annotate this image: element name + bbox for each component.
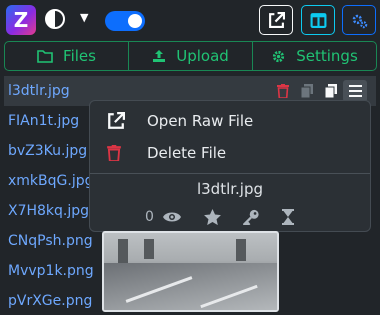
clipboard-icon <box>325 84 337 98</box>
trash-icon <box>107 145 121 161</box>
preview-detail <box>236 239 246 261</box>
tab-upload[interactable]: Upload <box>129 42 253 70</box>
tab-upload-label: Upload <box>176 47 229 65</box>
top-bar: Z ▼ <box>0 0 380 40</box>
delete-file-button[interactable] <box>271 80 295 102</box>
nav-tabs: Files Upload Settings <box>4 41 377 71</box>
menu-file-name: l3dtlr.jpg <box>196 180 264 198</box>
tab-settings-label: Settings <box>296 47 358 65</box>
theme-icon[interactable] <box>45 9 65 29</box>
tab-files-label: Files <box>63 47 96 65</box>
eye-icon <box>162 210 182 224</box>
row-actions <box>271 80 367 102</box>
copy-link-button[interactable] <box>319 80 343 102</box>
logo-letter: Z <box>13 8 29 32</box>
upload-icon <box>153 50 166 62</box>
columns-icon <box>310 13 327 28</box>
gears-icon <box>352 14 368 29</box>
gear-icon <box>273 50 285 62</box>
file-name[interactable]: xmkBqG.jpg <box>8 173 93 189</box>
key-icon[interactable] <box>242 209 260 225</box>
preview-detail <box>144 239 154 259</box>
tab-files[interactable]: Files <box>5 42 129 70</box>
folder-icon <box>37 49 53 63</box>
menu-item-delete[interactable]: Delete File <box>90 138 370 168</box>
copy-file-button[interactable] <box>295 80 319 102</box>
file-stats: 0 <box>145 207 316 227</box>
menu-item-delete-label: Delete File <box>147 144 227 162</box>
star-icon[interactable] <box>204 209 221 225</box>
file-name[interactable]: pVrXGe.png <box>8 293 92 309</box>
copy-icon <box>301 84 313 98</box>
external-link-icon <box>269 12 285 28</box>
settings-button[interactable] <box>342 5 376 35</box>
menu-item-open-raw-label: Open Raw File <box>147 112 254 130</box>
file-name[interactable]: bvZ3Ku.jpg <box>8 143 87 159</box>
trash-icon <box>277 84 289 98</box>
file-name[interactable]: l3dtlr.jpg <box>8 83 70 99</box>
tab-settings[interactable]: Settings <box>253 42 376 70</box>
app-logo[interactable]: Z <box>6 5 36 35</box>
menu-divider <box>90 173 370 174</box>
external-link-icon <box>108 112 125 129</box>
file-name[interactable]: CNqPsh.png <box>8 233 93 249</box>
columns-button[interactable] <box>301 5 335 35</box>
toggle-knob <box>128 14 142 28</box>
toggle-switch[interactable] <box>105 11 145 31</box>
file-context-menu: Open Raw File Delete File l3dtlr.jpg 0 <box>89 100 371 232</box>
chevron-down-icon[interactable]: ▼ <box>80 11 88 24</box>
image-preview <box>102 231 279 312</box>
hamburger-icon <box>348 85 362 97</box>
file-name[interactable]: Mvvp1k.png <box>8 263 94 279</box>
menu-item-open-raw[interactable]: Open Raw File <box>90 106 370 136</box>
file-menu-button[interactable] <box>343 80 367 102</box>
view-count: 0 <box>145 209 154 225</box>
preview-detail <box>118 239 128 265</box>
file-name[interactable]: X7H8kq.jpg <box>8 203 89 219</box>
hourglass-icon[interactable] <box>281 209 294 225</box>
file-name[interactable]: FIAn1t.jpg <box>8 113 79 129</box>
open-external-button[interactable] <box>259 5 293 35</box>
